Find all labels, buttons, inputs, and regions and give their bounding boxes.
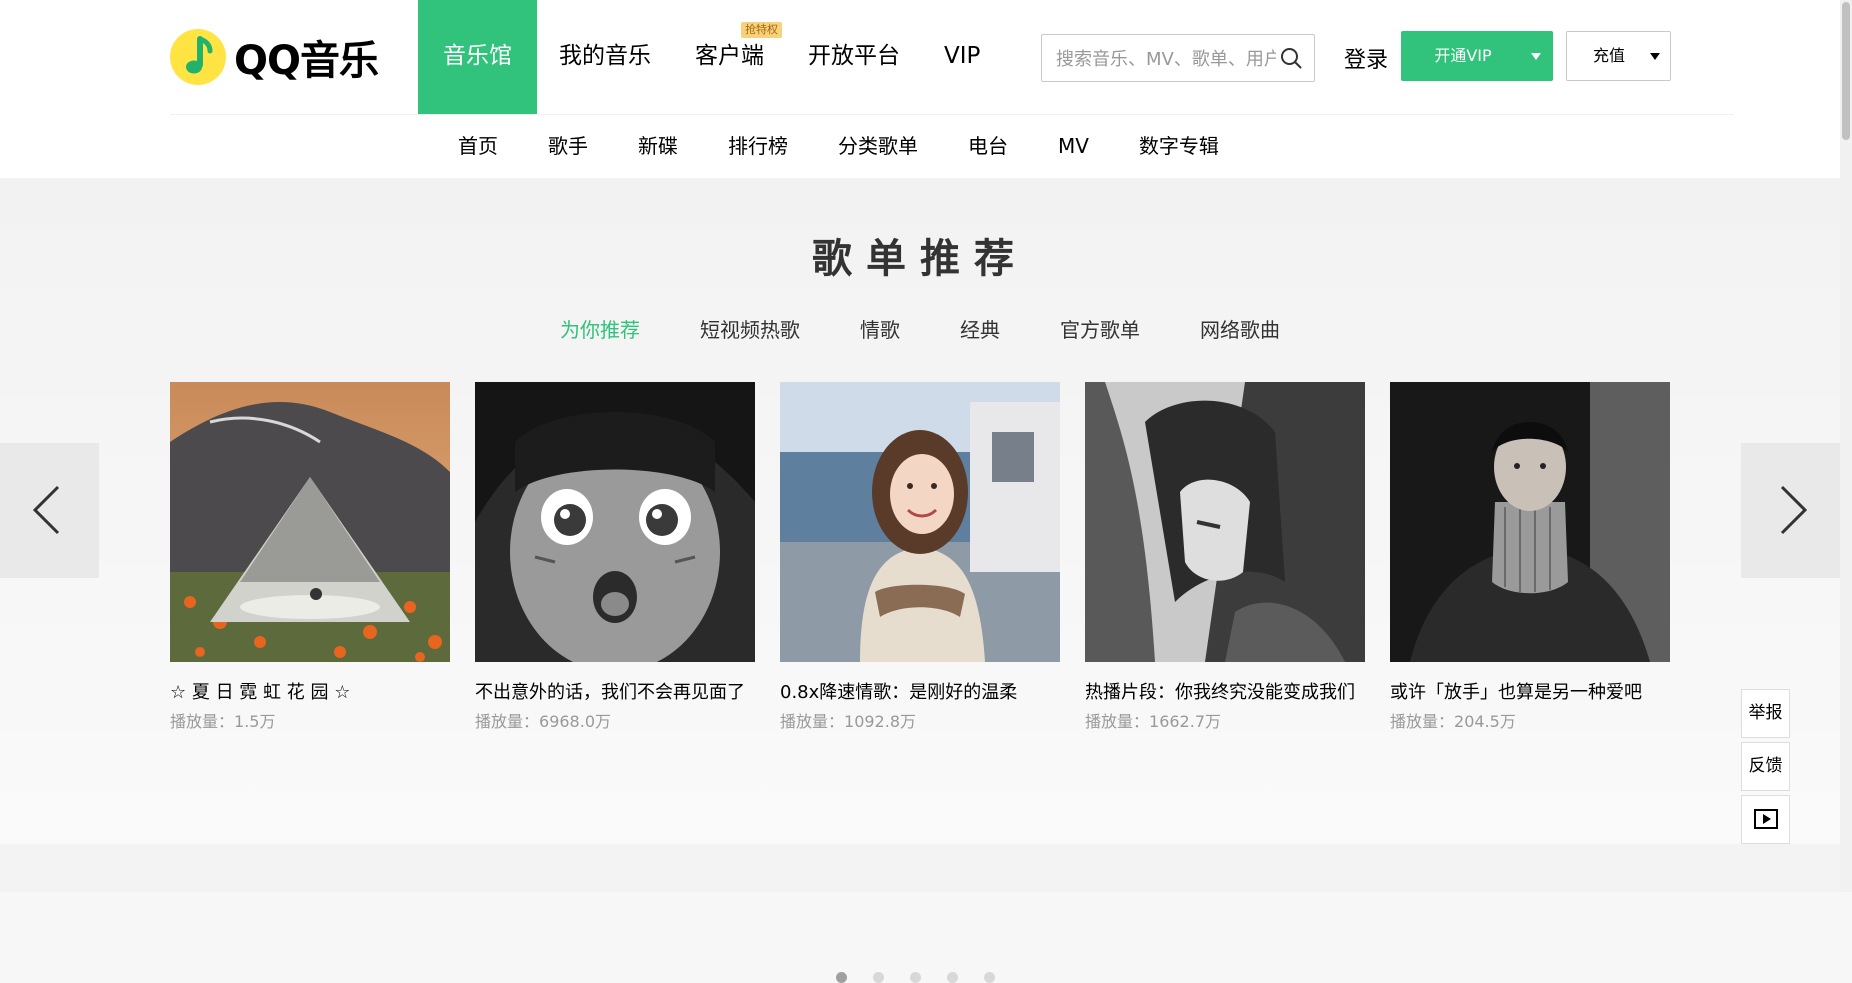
recharge-label: 充值	[1592, 46, 1625, 65]
tab-internet-songs[interactable]: 网络歌曲	[1200, 314, 1280, 343]
tab-for-you[interactable]: 为你推荐	[560, 314, 640, 343]
playlist-title[interactable]: 热播片段：你我终究没能变成我们	[1085, 678, 1365, 704]
play-count-label: 播放量：	[780, 712, 845, 731]
play-count-value: 204.5万	[1454, 712, 1516, 731]
open-vip-button[interactable]: 开通VIP	[1401, 31, 1553, 81]
play-count: 播放量：204.5万	[1390, 708, 1670, 732]
play-count-label: 播放量：	[475, 712, 540, 731]
tab-love-songs[interactable]: 情歌	[860, 314, 900, 343]
play-count: 播放量：1662.7万	[1085, 708, 1365, 732]
carousel-prev-button[interactable]	[0, 443, 99, 578]
open-vip-label: 开通VIP	[1434, 46, 1492, 65]
play-count: 播放量：6968.0万	[475, 708, 755, 732]
privilege-badge: 抢特权	[741, 22, 782, 38]
main-nav-label: 开放平台	[808, 43, 900, 69]
category-tabs: 为你推荐 短视频热歌 情歌 经典 官方歌单 网络歌曲	[0, 314, 1840, 343]
playlist-card[interactable]: 不出意外的话，我们不会再见面了 播放量：6968.0万	[475, 382, 755, 732]
tab-short-video-hits[interactable]: 短视频热歌	[700, 314, 800, 343]
page-dot[interactable]	[836, 972, 847, 983]
play-count: 播放量：1.5万	[170, 708, 450, 732]
side-toolbar: 举报 反馈	[1741, 689, 1790, 848]
playlist-card[interactable]: ☆ 夏 日 霓 虹 花 园 ☆ 播放量：1.5万	[170, 382, 450, 732]
brand-logo[interactable]: QQ音乐	[170, 28, 379, 86]
play-count-label: 播放量：	[170, 712, 235, 731]
playlist-cover[interactable]	[780, 382, 1060, 662]
chevron-right-icon	[1780, 485, 1808, 535]
section-title: 歌单推荐	[812, 236, 1028, 282]
recharge-button[interactable]: 充值	[1566, 31, 1671, 81]
sub-nav-categories[interactable]: 分类歌单	[813, 114, 943, 178]
playlist-title[interactable]: 不出意外的话，我们不会再见面了	[475, 678, 755, 704]
main-nav-open-platform[interactable]: 开放平台	[786, 0, 922, 114]
play-count: 播放量：1092.8万	[780, 708, 1060, 732]
main-nav-label: 音乐馆	[443, 43, 512, 69]
main-nav-label: VIP	[944, 43, 981, 69]
carousel-pagination	[836, 972, 995, 983]
sub-nav-mv[interactable]: MV	[1033, 114, 1114, 178]
main-nav-label: 我的音乐	[559, 43, 651, 69]
scrollbar-thumb[interactable]	[1842, 2, 1850, 140]
sub-nav-radio[interactable]: 电台	[943, 114, 1033, 178]
page-scrollbar[interactable]	[1840, 0, 1852, 892]
top-header: QQ音乐 音乐馆 我的音乐 客户端 抢特权 开放平台 VIP 登录 开通VIP 充…	[0, 0, 1840, 178]
search-input[interactable]	[1054, 35, 1278, 83]
feedback-button[interactable]: 反馈	[1741, 742, 1790, 791]
play-box-icon	[1753, 809, 1778, 829]
player-button[interactable]	[1741, 795, 1790, 844]
playlist-card[interactable]: 或许「放手」也算是另一种爱吧 播放量：204.5万	[1390, 382, 1670, 732]
playlist-title[interactable]: 或许「放手」也算是另一种爱吧	[1390, 678, 1670, 704]
playlist-cover[interactable]	[475, 382, 755, 662]
main-nav-vip[interactable]: VIP	[922, 0, 1002, 114]
main-nav-client[interactable]: 客户端 抢特权	[673, 0, 786, 114]
playlist-carousel: ☆ 夏 日 霓 虹 花 园 ☆ 播放量：1.5万 不出意外的话，我们不会再见面了…	[170, 382, 1670, 732]
play-count-value: 1662.7万	[1149, 712, 1222, 731]
search-box	[1041, 34, 1315, 83]
play-count-value: 1.5万	[234, 712, 276, 731]
playlist-cover[interactable]	[1085, 382, 1365, 662]
sub-nav-charts[interactable]: 排行榜	[703, 114, 813, 178]
sub-nav-new-albums[interactable]: 新碟	[613, 114, 703, 178]
tab-classics[interactable]: 经典	[960, 314, 1000, 343]
sub-nav-home[interactable]: 首页	[433, 114, 523, 178]
sub-nav-singers[interactable]: 歌手	[523, 114, 613, 178]
main-nav-label: 客户端	[695, 43, 764, 69]
main-nav-music-hall[interactable]: 音乐馆	[418, 0, 537, 114]
search-icon[interactable]	[1280, 47, 1302, 73]
playlist-card[interactable]: 热播片段：你我终究没能变成我们 播放量：1662.7万	[1085, 382, 1365, 732]
play-count-label: 播放量：	[1390, 712, 1455, 731]
login-link[interactable]: 登录	[1344, 42, 1388, 74]
report-button[interactable]: 举报	[1741, 689, 1790, 738]
caret-down-icon[interactable]	[1531, 53, 1541, 60]
playlist-recommend-section: 歌单推荐 为你推荐 短视频热歌 情歌 经典 官方歌单 网络歌曲 ☆ 夏 日 霓 …	[0, 178, 1840, 983]
playlist-cover[interactable]	[170, 382, 450, 662]
page-bottom-band	[0, 844, 1840, 892]
sub-nav: 首页 歌手 新碟 排行榜 分类歌单 电台 MV 数字专辑	[433, 114, 1244, 178]
page-dot[interactable]	[984, 972, 995, 983]
playlist-card[interactable]: 0.8x降速情歌：是刚好的温柔 播放量：1092.8万	[780, 382, 1060, 732]
page-dot[interactable]	[873, 972, 884, 983]
playlist-title[interactable]: 0.8x降速情歌：是刚好的温柔	[780, 678, 1060, 704]
play-count-label: 播放量：	[1085, 712, 1150, 731]
tab-official-playlists[interactable]: 官方歌单	[1060, 314, 1140, 343]
page-dot[interactable]	[910, 972, 921, 983]
brand-name: QQ音乐	[234, 38, 379, 84]
sub-nav-digital-albums[interactable]: 数字专辑	[1114, 114, 1244, 178]
main-nav: 音乐馆 我的音乐 客户端 抢特权 开放平台 VIP	[418, 0, 1002, 114]
page-dot[interactable]	[947, 972, 958, 983]
caret-down-icon[interactable]	[1650, 53, 1660, 60]
logo-note-icon	[170, 29, 226, 85]
playlist-title[interactable]: ☆ 夏 日 霓 虹 花 园 ☆	[170, 678, 450, 704]
play-count-value: 6968.0万	[539, 712, 612, 731]
chevron-left-icon	[32, 485, 60, 535]
play-count-value: 1092.8万	[844, 712, 917, 731]
main-nav-my-music[interactable]: 我的音乐	[537, 0, 673, 114]
carousel-next-button[interactable]	[1741, 443, 1840, 578]
playlist-cover[interactable]	[1390, 382, 1670, 662]
